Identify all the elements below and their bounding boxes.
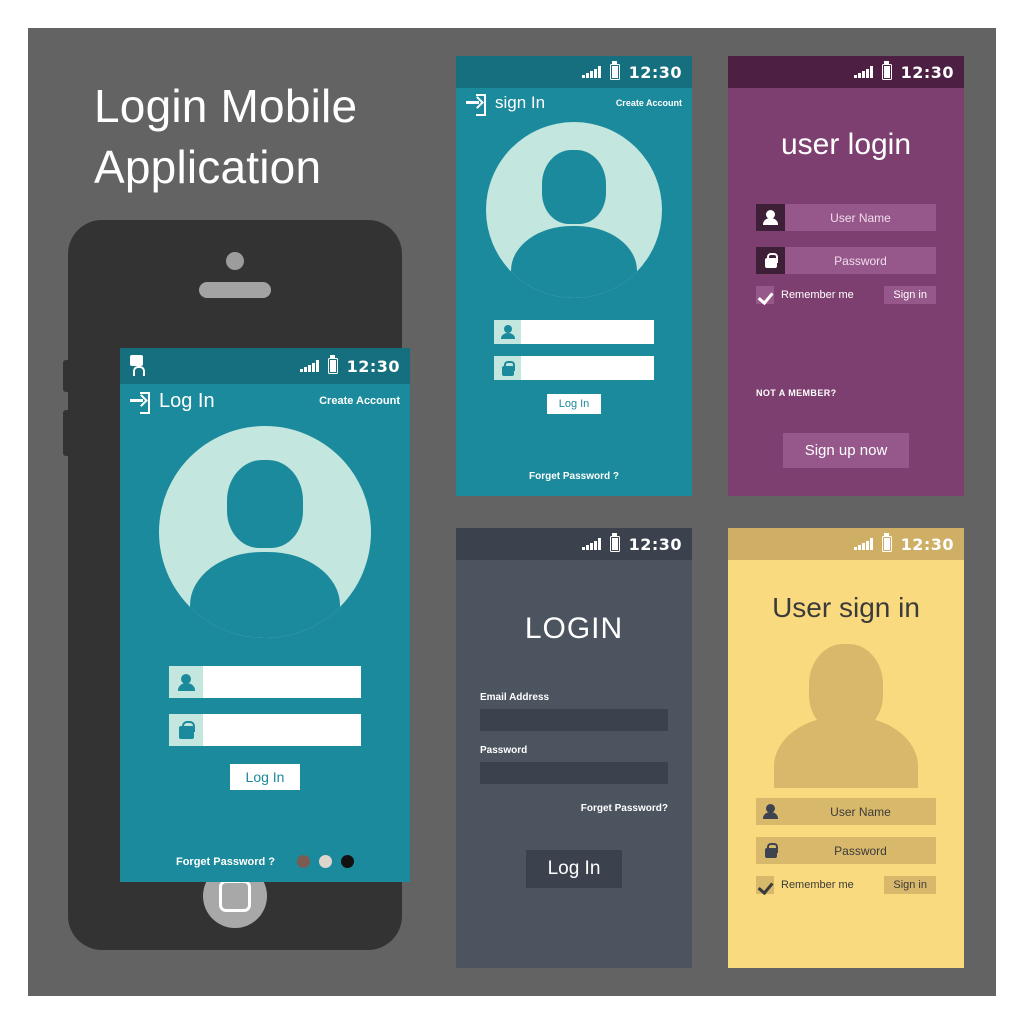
- statusbar: 12:30: [728, 56, 964, 88]
- remember-me-label: Remember me: [781, 289, 854, 301]
- password-field-row[interactable]: [169, 714, 361, 746]
- signal-icon: [582, 66, 601, 78]
- page-title: Login Mobile Application: [94, 76, 434, 197]
- statusbar-time: 12:30: [346, 356, 400, 376]
- screen-yellow-signin: 12:30 User sign in User Name Password Re…: [728, 528, 964, 968]
- username-input[interactable]: User Name: [785, 204, 936, 231]
- battery-icon: [881, 533, 892, 552]
- statusbar: 12:30: [456, 528, 692, 560]
- username-input[interactable]: [203, 666, 361, 698]
- battery-icon: [881, 61, 892, 80]
- password-field-row[interactable]: [494, 356, 654, 380]
- forgot-password-link[interactable]: Forget Password?: [581, 803, 668, 814]
- poster-canvas: Login Mobile Application 12:30 Log In Cr…: [28, 28, 996, 996]
- user-icon: [169, 666, 203, 698]
- password-field-row[interactable]: Password: [756, 837, 936, 864]
- login-button[interactable]: Log In: [546, 394, 602, 414]
- volume-down-button[interactable]: [63, 410, 69, 456]
- login-button[interactable]: Log In: [525, 850, 623, 888]
- screen-heading: User sign in: [772, 592, 920, 623]
- statusbar-time: 12:30: [900, 62, 954, 82]
- user-avatar-icon: [766, 638, 926, 788]
- screen-heading: user login: [780, 128, 912, 161]
- user-avatar-icon: [159, 426, 371, 638]
- lock-icon: [756, 837, 785, 864]
- statusbar-time: 12:30: [628, 534, 682, 554]
- signin-button[interactable]: Sign in: [884, 286, 936, 304]
- screen-purple-login: 12:30 user login User Name Password Reme…: [728, 56, 964, 496]
- signin-button[interactable]: Sign in: [884, 876, 936, 894]
- user-icon: [494, 320, 521, 344]
- username-field-row[interactable]: User Name: [756, 204, 936, 231]
- forgot-password-link[interactable]: Forget Password ?: [529, 471, 619, 482]
- statusbar-time: 12:30: [900, 534, 954, 554]
- statusbar: 12:30: [728, 528, 964, 560]
- create-account-link[interactable]: Create Account: [616, 98, 682, 108]
- user-avatar-icon: [486, 122, 662, 298]
- remember-me-label: Remember me: [781, 879, 854, 891]
- lock-icon: [169, 714, 203, 746]
- page-title-line2: Application: [94, 140, 322, 193]
- password-input[interactable]: [521, 356, 654, 380]
- email-input[interactable]: [480, 709, 668, 731]
- login-arrow-icon: [130, 392, 150, 414]
- volume-up-button[interactable]: [63, 360, 69, 392]
- statusbar-time: 12:30: [628, 62, 682, 82]
- screen-teal-signin: 12:30 sign In Create Account Log In Forg…: [456, 56, 692, 496]
- navbar: sign In Create Account: [456, 88, 692, 118]
- remember-me-checkbox[interactable]: [756, 876, 774, 896]
- lock-icon: [756, 247, 785, 274]
- signal-icon: [854, 66, 873, 78]
- battery-icon: [327, 355, 338, 374]
- password-input[interactable]: Password: [785, 837, 936, 864]
- navbar: Log In Create Account: [120, 384, 410, 418]
- signal-icon: [582, 538, 601, 550]
- email-label: Email Address: [480, 692, 550, 703]
- username-field-row[interactable]: User Name: [756, 798, 936, 825]
- login-arrow-icon: [466, 94, 486, 116]
- signal-icon: [300, 360, 319, 372]
- navbar-title: sign In: [495, 93, 546, 112]
- statusbar: 12:30: [456, 56, 692, 88]
- signal-icon: [854, 538, 873, 550]
- pager-dots[interactable]: [297, 855, 355, 868]
- username-field-row[interactable]: [494, 320, 654, 344]
- forgot-password-link[interactable]: Forget Password ?: [176, 856, 275, 868]
- username-input[interactable]: [521, 320, 654, 344]
- create-account-link[interactable]: Create Account: [319, 395, 400, 407]
- user-icon: [756, 204, 785, 231]
- phone-device: 12:30 Log In Create Account Log In Forge…: [63, 220, 410, 950]
- page-title-line1: Login Mobile: [94, 80, 358, 132]
- lock-icon: [494, 356, 521, 380]
- username-input[interactable]: User Name: [785, 798, 936, 825]
- screen-heading: LOGIN: [524, 612, 624, 645]
- battery-icon: [609, 533, 620, 552]
- statusbar: 12:30: [120, 348, 410, 384]
- front-camera-icon: [226, 252, 244, 270]
- username-field-row[interactable]: [169, 666, 361, 698]
- navbar-title: Log In: [159, 389, 215, 412]
- not-a-member-label: NOT A MEMBER?: [756, 388, 837, 398]
- screen-dark-login: 12:30 LOGIN Email Address Password Forge…: [456, 528, 692, 968]
- password-input[interactable]: [480, 762, 668, 784]
- password-input[interactable]: [203, 714, 361, 746]
- remember-me-checkbox[interactable]: [756, 286, 774, 306]
- password-input[interactable]: Password: [785, 247, 936, 274]
- signup-button[interactable]: Sign up now: [782, 433, 910, 468]
- earpiece-speaker: [199, 282, 271, 298]
- password-field-row[interactable]: Password: [756, 247, 936, 274]
- password-label: Password: [480, 745, 528, 756]
- battery-icon: [609, 61, 620, 80]
- phone-main-screen: 12:30 Log In Create Account Log In Forge…: [120, 348, 410, 882]
- user-icon: [756, 798, 785, 825]
- login-button[interactable]: Log In: [229, 764, 301, 790]
